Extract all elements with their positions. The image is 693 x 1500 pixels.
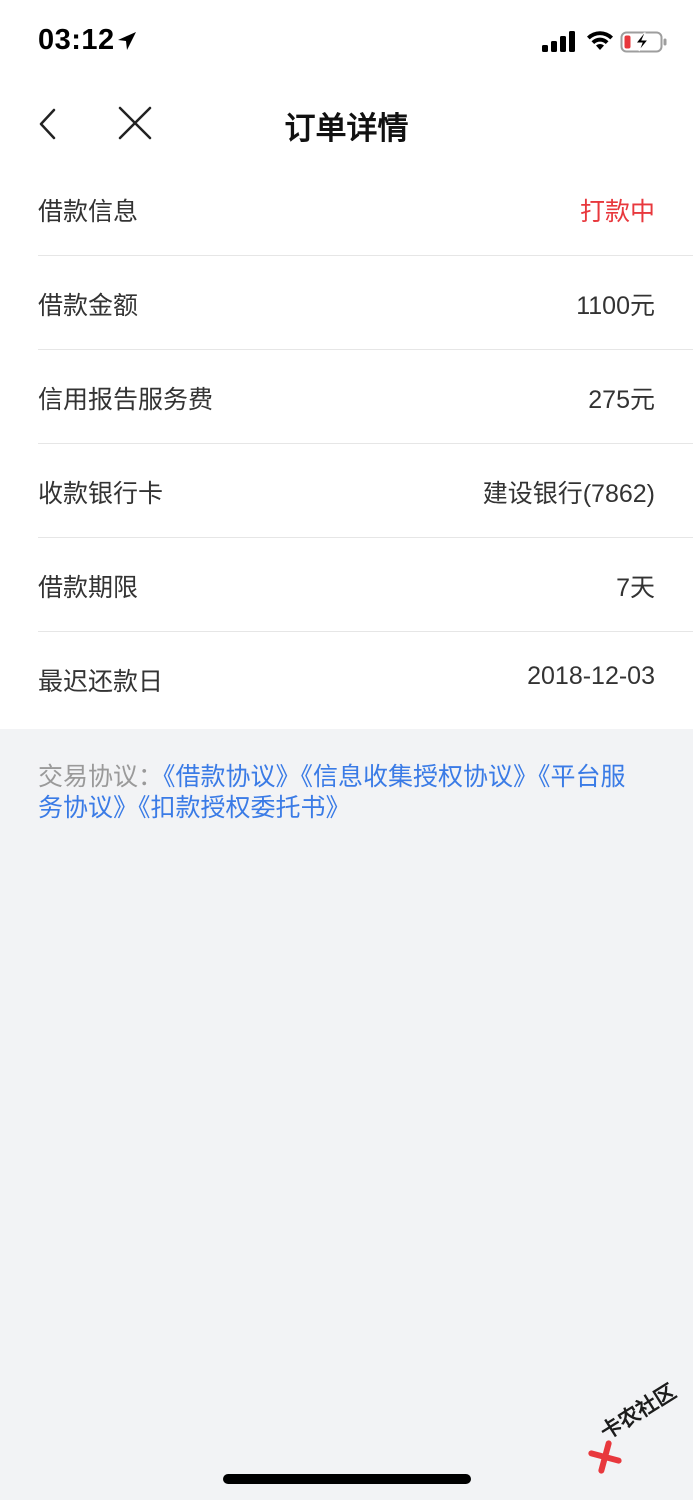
agreements-section: 交易协议：《借款协议》《信息收集授权协议》《平台服务协议》《扣款授权委托书》 — [38, 762, 648, 824]
row-label: 信用报告服务费 — [38, 386, 214, 414]
status-bar: 03:12 — [0, 0, 693, 86]
row-value: 建设银行(7862) — [482, 480, 655, 508]
watermark: 卡农社区 — [588, 1380, 692, 1480]
order-info-list: 借款信息 打款中 借款金额 1100元 信用报告服务费 275元 收款银行卡 建… — [0, 162, 693, 732]
link-debit-authorization[interactable]: 《扣款授权委托书》 — [138, 794, 351, 822]
row-label: 借款信息 — [38, 198, 139, 226]
row-bank-card: 收款银行卡 建设银行(7862) — [38, 444, 693, 538]
content-panel: 03:12 订单详情 借款信息 打款中 借款金额 1100元 信用报告服务费 2… — [0, 0, 693, 729]
navigation-bar: 订单详情 — [0, 86, 693, 162]
row-value: 2018-12-03 — [527, 662, 655, 690]
row-label: 借款金额 — [38, 292, 139, 320]
page-title: 订单详情 — [284, 111, 409, 146]
status-time: 03:12 — [38, 24, 115, 56]
row-credit-report-fee: 信用报告服务费 275元 — [38, 350, 693, 444]
row-value: 275元 — [588, 386, 655, 414]
location-arrow-icon — [118, 32, 136, 50]
link-info-collection-agreement[interactable]: 《信息收集授权协议》 — [301, 763, 539, 791]
row-value: 7天 — [616, 574, 655, 602]
watermark-text: 卡农社区 — [596, 1380, 681, 1445]
row-label: 借款期限 — [38, 574, 139, 602]
row-loan-amount: 借款金额 1100元 — [38, 256, 693, 350]
status-value: 打款中 — [579, 198, 655, 226]
watermark-logo-icon — [588, 1440, 622, 1474]
cellular-signal-icon — [542, 31, 575, 52]
link-loan-agreement[interactable]: 《借款协议》 — [163, 763, 301, 791]
home-indicator[interactable] — [223, 1474, 471, 1484]
row-due-date: 最迟还款日 2018-12-03 — [38, 632, 693, 732]
row-value: 1100元 — [576, 292, 655, 320]
battery-charging-icon — [620, 31, 667, 53]
wifi-icon — [587, 31, 613, 50]
row-label: 最迟还款日 — [38, 668, 164, 696]
row-label: 收款银行卡 — [38, 480, 164, 508]
agreements-prefix: 交易协议： — [38, 763, 164, 791]
row-loan-term: 借款期限 7天 — [38, 538, 693, 632]
row-loan-info: 借款信息 打款中 — [38, 162, 693, 256]
